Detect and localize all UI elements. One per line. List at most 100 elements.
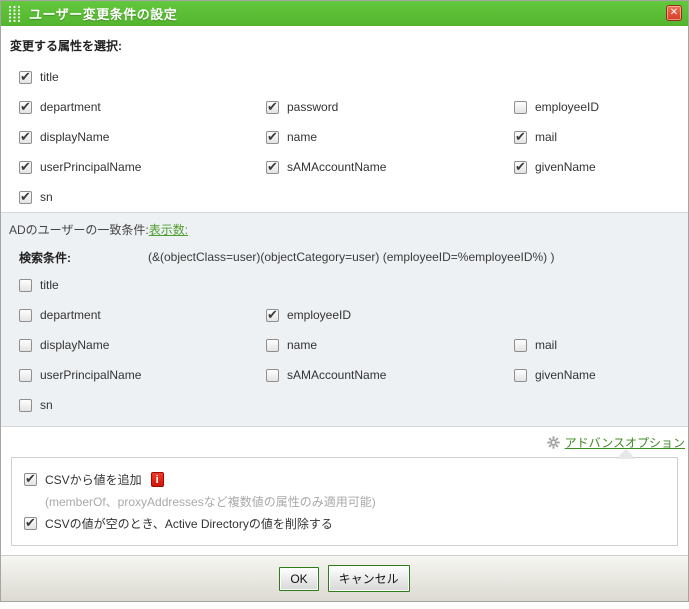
attr-checkbox-sAMAccountName[interactable]: sAMAccountName xyxy=(266,159,514,175)
match-checkbox-department[interactable]: department xyxy=(19,308,266,322)
checkbox[interactable] xyxy=(19,159,32,175)
checkbox[interactable] xyxy=(19,69,32,85)
checkbox-label: name xyxy=(287,338,318,352)
ok-button[interactable]: OK xyxy=(279,566,319,591)
attributes-row-5: sn xyxy=(1,182,688,212)
display-count-link[interactable]: 表示数: xyxy=(149,221,188,238)
checkbox-label: mail xyxy=(535,338,558,352)
attr-checkbox-sn[interactable]: sn xyxy=(19,189,266,205)
checkbox[interactable] xyxy=(19,278,32,292)
checkbox[interactable] xyxy=(266,159,279,175)
checkbox-label: givenName xyxy=(535,368,596,382)
ad-match-label: ADのユーザーの一致条件: xyxy=(9,222,149,237)
ad-match-section: ADのユーザーの一致条件: 表示数: 検索条件: (&(objectClass=u… xyxy=(1,212,688,427)
attr-checkbox-name[interactable]: name xyxy=(266,129,514,145)
checkbox-label: givenName xyxy=(535,160,596,174)
checkbox[interactable] xyxy=(514,129,527,145)
checkbox[interactable] xyxy=(19,99,32,115)
match-row-2: department employeeID xyxy=(1,300,688,330)
checkbox-label: department xyxy=(40,308,101,322)
checkbox-label: title xyxy=(40,278,59,292)
match-checkbox-grid: title department employeeID xyxy=(1,265,688,420)
checkbox[interactable] xyxy=(266,307,279,323)
match-checkbox-employeeID[interactable]: employeeID xyxy=(266,307,514,323)
attributes-row-3: displayName name mail xyxy=(1,122,688,152)
csv-note-text: (memberOf、proxyAddressesなど複数値の属性のみ適用可能) xyxy=(45,494,376,509)
checkbox-label: department xyxy=(40,100,101,114)
match-checkbox-title[interactable]: title xyxy=(19,278,266,292)
cancel-button[interactable]: キャンセル xyxy=(327,565,410,592)
match-row-5: sn xyxy=(1,390,688,420)
match-checkbox-displayName[interactable]: displayName xyxy=(19,338,266,352)
checkbox[interactable] xyxy=(19,129,32,145)
page: ユーザー変更条件の設定 ✕ 変更する属性を選択: title departmen… xyxy=(0,0,689,609)
search-condition-label: 検索条件: xyxy=(19,250,71,265)
checkbox[interactable] xyxy=(19,189,32,205)
ad-match-header: ADのユーザーの一致条件: 表示数: xyxy=(1,220,688,238)
checkbox[interactable] xyxy=(514,368,527,382)
checkbox[interactable] xyxy=(266,338,279,352)
attr-checkbox-userPrincipalName[interactable]: userPrincipalName xyxy=(19,159,266,175)
attributes-row-1: title xyxy=(1,62,688,92)
dialog-titlebar[interactable]: ユーザー変更条件の設定 ✕ xyxy=(1,1,688,26)
attributes-heading: 変更する属性を選択: xyxy=(10,39,122,53)
match-checkbox-userPrincipalName[interactable]: userPrincipalName xyxy=(19,368,266,382)
checkbox-label: CSVの値が空のとき、Active Directoryの値を削除する xyxy=(45,516,333,531)
csv-add-value-row[interactable]: CSVから値を追加 i xyxy=(24,467,665,491)
checkbox[interactable] xyxy=(266,368,279,382)
checkbox-label: password xyxy=(287,100,339,114)
advanced-options-link[interactable]: アドバンスオプション xyxy=(565,434,685,451)
search-condition-row: 検索条件: (&(objectClass=user)(objectCategor… xyxy=(1,249,688,265)
checkbox-label: displayName xyxy=(40,130,110,144)
attr-checkbox-password[interactable]: password xyxy=(266,99,514,115)
dialog-title: ユーザー変更条件の設定 xyxy=(29,7,178,22)
user-change-settings-dialog: ユーザー変更条件の設定 ✕ 変更する属性を選択: title departmen… xyxy=(0,0,689,602)
attr-checkbox-displayName[interactable]: displayName xyxy=(19,129,266,145)
attr-checkbox-givenName[interactable]: givenName xyxy=(514,159,688,175)
close-icon[interactable]: ✕ xyxy=(666,5,682,21)
attr-checkbox-department[interactable]: department xyxy=(19,99,266,115)
match-row-1: title xyxy=(1,270,688,300)
info-icon[interactable]: i xyxy=(150,471,164,487)
checkbox[interactable] xyxy=(24,471,37,487)
checkbox-label: sn xyxy=(40,398,53,412)
csv-delete-empty-row[interactable]: CSVの値が空のとき、Active Directoryの値を削除する xyxy=(24,511,665,535)
attr-checkbox-title[interactable]: title xyxy=(19,69,266,85)
match-checkbox-givenName[interactable]: givenName xyxy=(514,368,688,382)
drag-handle-dots-icon xyxy=(8,5,21,22)
checkbox-label: sn xyxy=(40,190,53,204)
checkbox-label: userPrincipalName xyxy=(40,160,142,174)
gear-icon xyxy=(546,435,560,449)
attr-checkbox-employeeID[interactable]: employeeID xyxy=(514,100,688,114)
checkbox-label: displayName xyxy=(40,338,110,352)
checkbox[interactable] xyxy=(514,100,527,114)
checkbox[interactable] xyxy=(19,368,32,382)
csv-options-panel: CSVから値を追加 i (memberOf、proxyAddressesなど複数… xyxy=(11,457,678,546)
attributes-checkbox-grid: title department password employeeID xyxy=(1,54,688,212)
checkbox-label: title xyxy=(40,70,59,84)
checkbox-label: name xyxy=(287,130,318,144)
advanced-options-row: アドバンスオプション xyxy=(1,427,688,459)
checkbox[interactable] xyxy=(514,338,527,352)
checkbox[interactable] xyxy=(19,398,32,412)
checkbox-label: employeeID xyxy=(535,100,600,114)
checkbox[interactable] xyxy=(19,338,32,352)
panel-pointer-arrow xyxy=(616,449,636,459)
checkbox[interactable] xyxy=(266,99,279,115)
checkbox[interactable] xyxy=(514,159,527,175)
match-checkbox-sAMAccountName[interactable]: sAMAccountName xyxy=(266,368,514,382)
checkbox-label: sAMAccountName xyxy=(287,368,387,382)
match-checkbox-name[interactable]: name xyxy=(266,338,514,352)
checkbox[interactable] xyxy=(266,129,279,145)
checkbox-label: employeeID xyxy=(287,308,352,322)
attr-checkbox-mail[interactable]: mail xyxy=(514,129,688,145)
checkbox-label: userPrincipalName xyxy=(40,368,142,382)
attributes-row-2: department password employeeID xyxy=(1,92,688,122)
match-checkbox-sn[interactable]: sn xyxy=(19,398,266,412)
checkbox[interactable] xyxy=(24,515,37,531)
checkbox[interactable] xyxy=(19,308,32,322)
ldap-filter-value: (&(objectClass=user)(objectCategory=user… xyxy=(148,250,555,264)
match-row-4: userPrincipalName sAMAccountName givenNa… xyxy=(1,360,688,390)
checkbox-label: mail xyxy=(535,130,558,144)
match-checkbox-mail[interactable]: mail xyxy=(514,338,688,352)
